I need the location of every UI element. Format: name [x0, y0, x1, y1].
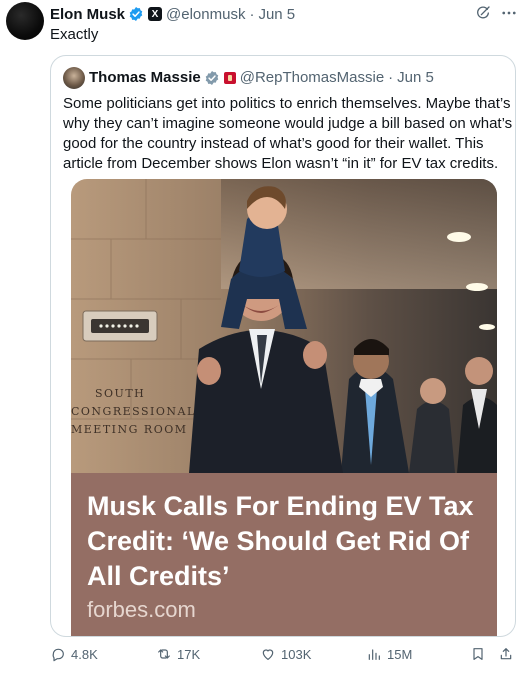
link-card[interactable]: SOUTH CONGRESSIONAL MEETING ROOM Musk Ca… [71, 179, 497, 636]
government-affiliation-icon [223, 71, 236, 84]
quoted-post-header: Thomas Massie @RepThomasMassie · Jun 5 [89, 69, 434, 86]
quoted-verified-badge-icon [205, 70, 218, 85]
quoted-post[interactable]: Thomas Massie @RepThomasMassie · Jun 5 S… [50, 55, 516, 637]
card-title[interactable]: Musk Calls For Ending EV Tax Credit: ‘We… [87, 489, 483, 594]
author-name[interactable]: Elon Musk [50, 6, 125, 23]
like-button[interactable]: 103K [260, 646, 311, 662]
card-domain[interactable]: forbes.com [87, 597, 196, 623]
reply-count: 4.8K [71, 646, 98, 662]
quoted-author-handle[interactable]: @RepThomasMassie [240, 69, 384, 86]
repost-button[interactable]: 17K [156, 646, 200, 662]
quoted-author-avatar[interactable] [63, 67, 85, 89]
views-button[interactable]: 15M [366, 646, 412, 662]
quoted-separator-dot: · [388, 69, 394, 86]
quoted-post-date[interactable]: Jun 5 [397, 69, 434, 86]
repost-count: 17K [177, 646, 201, 662]
separator-dot: · [249, 5, 255, 23]
wall-sign-line-1: SOUTH [95, 387, 145, 400]
bookmark-button[interactable] [470, 646, 486, 662]
quoted-post-text: Some politicians get into politics to en… [63, 95, 513, 172]
share-button[interactable] [498, 646, 514, 662]
like-icon [262, 649, 274, 660]
card-image[interactable]: SOUTH CONGRESSIONAL MEETING ROOM [71, 179, 497, 473]
x-affiliate-icon: X [148, 7, 163, 21]
post-text: Exactly [50, 26, 99, 43]
more-icon[interactable] [500, 4, 518, 22]
post-date[interactable]: Jun 5 [258, 6, 295, 23]
repost-icon [158, 649, 170, 659]
wall-sign-line-3: MEETING ROOM [71, 423, 188, 436]
bookmark-icon [473, 648, 483, 660]
quoted-author-name[interactable]: Thomas Massie [89, 69, 201, 86]
reply-icon [52, 648, 64, 662]
header-actions [474, 4, 518, 22]
like-count: 103K [281, 646, 312, 662]
wall-sign-line-2: CONGRESSIONAL [71, 405, 196, 418]
post-header: Elon Musk X @elonmusk · Jun 5 [50, 4, 520, 24]
share-icon [500, 648, 512, 660]
views-icon [368, 649, 380, 660]
card-caption[interactable]: Musk Calls For Ending EV Tax Credit: ‘We… [71, 473, 497, 636]
action-bar: 4.8K 17K 103K 15M [50, 646, 520, 670]
verified-badge-icon [129, 7, 143, 21]
author-handle[interactable]: @elonmusk [166, 6, 245, 23]
reply-button[interactable]: 4.8K [50, 646, 98, 662]
grok-icon[interactable] [474, 4, 492, 22]
views-count: 15M [387, 646, 413, 662]
author-avatar[interactable] [6, 2, 44, 40]
